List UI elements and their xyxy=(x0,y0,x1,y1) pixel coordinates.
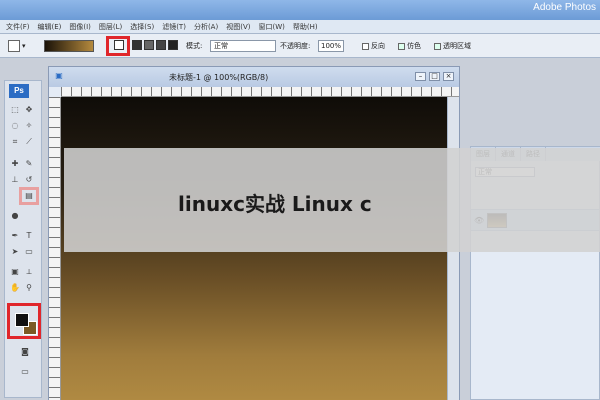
menu-analysis[interactable]: 分析(A) xyxy=(194,22,218,32)
healing-tool-icon[interactable]: ✚ xyxy=(9,159,21,169)
angle-gradient-button[interactable] xyxy=(144,40,154,50)
lasso-tool-icon[interactable]: ◌ xyxy=(9,121,21,131)
magic-wand-tool-icon[interactable]: ✧ xyxy=(23,121,35,131)
highlight-box xyxy=(106,36,130,56)
menu-layer[interactable]: 图层(L) xyxy=(99,22,122,32)
transparency-checkbox[interactable]: 透明区域 xyxy=(434,39,471,53)
tools-panel: Ps ⬚ ✥ ◌ ✧ ⌗ ⟋ ✚ ✎ ⊥ ↺ ▤ ● ✒ T ➤ ▭ ▣ ⟂ ✋… xyxy=(4,80,42,398)
dither-checkbox[interactable]: 仿色 xyxy=(398,39,421,53)
minimize-button[interactable]: – xyxy=(415,72,426,81)
pen-tool-icon[interactable]: ✒ xyxy=(9,231,21,241)
menu-help[interactable]: 帮助(H) xyxy=(293,22,318,32)
path-select-tool-icon[interactable]: ➤ xyxy=(9,247,21,257)
chevron-down-icon: ▾ xyxy=(22,42,26,50)
tool-preset-picker[interactable]: ▾ xyxy=(8,39,26,53)
ps-doc-icon: ▣ xyxy=(55,71,63,80)
hand-tool-icon[interactable]: ✋ xyxy=(9,283,21,293)
opacity-input[interactable]: 100% xyxy=(318,40,344,52)
brush-tool-icon[interactable]: ✎ xyxy=(23,159,35,169)
photoshop-logo: Ps xyxy=(9,84,29,98)
crop-tool-icon[interactable]: ⌗ xyxy=(9,137,21,147)
menu-window[interactable]: 窗口(W) xyxy=(258,22,284,32)
notes-tool-icon[interactable]: ▣ xyxy=(9,267,21,277)
caption-text: linuxc实战 Linux c xyxy=(178,192,372,216)
checkbox-box xyxy=(398,42,405,50)
menu-filter[interactable]: 滤镜(T) xyxy=(162,22,186,32)
opacity-label: 不透明度: xyxy=(280,42,311,50)
menu-bar: 文件(F) 编辑(E) 图像(I) 图层(L) 选择(S) 滤镜(T) 分析(A… xyxy=(0,20,600,34)
vertical-ruler xyxy=(49,97,61,400)
title-bar: Adobe Photos xyxy=(0,0,600,20)
document-title: 未标题-1 @ 100%(RGB/8) xyxy=(169,73,269,82)
checkbox-box xyxy=(434,42,441,50)
foreground-color-swatch[interactable] xyxy=(15,313,29,327)
gradient-tool-icon xyxy=(8,40,20,52)
slice-tool-icon[interactable]: ⟋ xyxy=(23,137,35,147)
shape-tool-icon[interactable]: ▭ xyxy=(23,247,35,257)
reverse-checkbox[interactable]: 反向 xyxy=(362,39,385,53)
stamp-tool-icon[interactable]: ⊥ xyxy=(9,175,21,185)
type-tool-icon[interactable]: T xyxy=(23,231,35,241)
eyedropper-tool-icon[interactable]: ⟂ xyxy=(23,267,35,277)
app-title: Adobe Photos xyxy=(533,2,596,13)
mode-select[interactable]: 正常 xyxy=(210,40,276,52)
dither-label: 仿色 xyxy=(407,42,421,50)
dodge-tool-icon[interactable]: ● xyxy=(9,211,21,221)
reverse-label: 反向 xyxy=(371,42,385,50)
menu-file[interactable]: 文件(F) xyxy=(6,22,30,32)
gradient-tool-icon[interactable]: ▤ xyxy=(23,191,35,201)
quick-mask-icon[interactable]: ◙ xyxy=(19,347,31,357)
radial-gradient-button[interactable] xyxy=(132,40,142,50)
zoom-tool-icon[interactable]: ⚲ xyxy=(23,283,35,293)
maximize-button[interactable]: □ xyxy=(429,72,440,81)
menu-image[interactable]: 图像(I) xyxy=(69,22,91,32)
menu-view[interactable]: 视图(V) xyxy=(226,22,250,32)
close-button[interactable]: × xyxy=(443,72,454,81)
menu-edit[interactable]: 编辑(E) xyxy=(38,22,62,32)
menu-select[interactable]: 选择(S) xyxy=(130,22,154,32)
history-brush-tool-icon[interactable]: ↺ xyxy=(23,175,35,185)
horizontal-ruler xyxy=(61,87,459,97)
marquee-tool-icon[interactable]: ⬚ xyxy=(9,105,21,115)
move-tool-icon[interactable]: ✥ xyxy=(23,105,35,115)
options-bar: ▾ 模式: 正常 不透明度: 100% 反向 仿色 透明区域 xyxy=(0,34,600,58)
gradient-preset-picker[interactable] xyxy=(44,40,94,52)
mode-label: 模式: xyxy=(186,42,203,50)
diamond-gradient-button[interactable] xyxy=(168,40,178,50)
document-title-bar: ▣ 未标题-1 @ 100%(RGB/8) – □ × xyxy=(49,67,459,87)
transparency-label: 透明区域 xyxy=(443,42,471,50)
screen-mode-icon[interactable]: ▭ xyxy=(19,367,31,377)
reflected-gradient-button[interactable] xyxy=(156,40,166,50)
checkbox-box xyxy=(362,42,369,50)
